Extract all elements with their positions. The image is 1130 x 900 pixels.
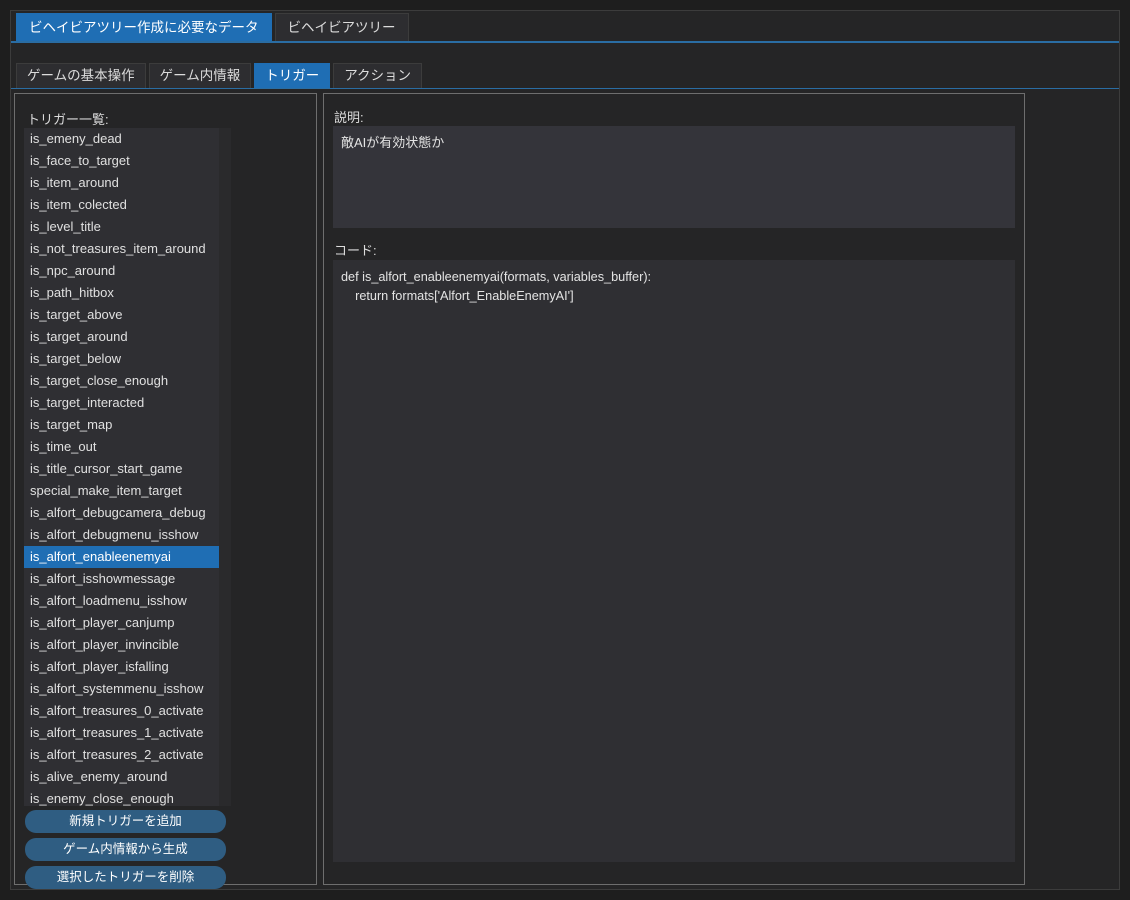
add-trigger-button[interactable]: 新規トリガーを追加 <box>25 810 226 833</box>
description-textarea[interactable]: 敵AIが有効状態か <box>333 126 1015 228</box>
trigger-list-scrollbar-track[interactable] <box>219 128 434 840</box>
list-item[interactable]: is_alfort_player_invincible <box>24 634 219 656</box>
list-item[interactable]: is_alfort_systemmenu_isshow <box>24 678 219 700</box>
list-item[interactable]: is_time_out <box>24 436 219 458</box>
list-item[interactable]: is_alfort_enableenemyai <box>24 546 219 568</box>
tab-game-info-label: ゲーム内情報 <box>159 68 241 84</box>
list-item[interactable]: is_target_below <box>24 348 219 370</box>
list-item[interactable]: is_emeny_dead <box>24 128 219 150</box>
code-label: コード: <box>334 243 377 258</box>
list-item[interactable]: is_target_interacted <box>24 392 219 414</box>
tab-action-label: アクション <box>344 68 412 84</box>
list-item[interactable]: is_alfort_player_canjump <box>24 612 219 634</box>
generate-from-game-info-button[interactable]: ゲーム内情報から生成 <box>25 838 226 861</box>
code-editor[interactable]: def is_alfort_enableenemyai(formats, var… <box>333 260 1015 862</box>
list-item[interactable]: is_item_around <box>24 172 219 194</box>
list-item[interactable]: is_target_above <box>24 304 219 326</box>
list-item[interactable]: is_alfort_treasures_2_activate <box>24 744 219 766</box>
list-item[interactable]: is_alfort_treasures_0_activate <box>24 700 219 722</box>
outer-tab-data[interactable]: ビヘイビアツリー作成に必要なデータ <box>16 13 272 41</box>
list-item[interactable]: is_alfort_isshowmessage <box>24 568 219 590</box>
list-item[interactable]: is_alfort_loadmenu_isshow <box>24 590 219 612</box>
list-item[interactable]: is_target_close_enough <box>24 370 219 392</box>
list-item[interactable]: is_enemy_close_enough <box>24 788 219 806</box>
list-item[interactable]: is_item_colected <box>24 194 219 216</box>
list-item[interactable]: is_title_cursor_start_game <box>24 458 219 480</box>
trigger-list-panel: トリガー一覧: is_emeny_dead is_face_to_target is… <box>14 93 434 889</box>
list-item[interactable]: is_alfort_player_isfalling <box>24 656 219 678</box>
tab-trigger[interactable]: トリガー <box>254 63 331 88</box>
trigger-list[interactable]: is_emeny_dead is_face_to_target is_item_ar… <box>24 128 219 806</box>
outer-tab-data-label: ビヘイビアツリー作成に必要なデータ <box>29 19 259 35</box>
list-item[interactable]: is_alfort_debugmenu_isshow <box>24 524 219 546</box>
list-item[interactable]: is_alfort_treasures_1_activate <box>24 722 219 744</box>
list-item[interactable]: is_level_title <box>24 216 219 238</box>
tab-basic-operations[interactable]: ゲームの基本操作 <box>16 63 146 88</box>
tab-action[interactable]: アクション <box>333 63 423 88</box>
outer-tab-behaviortree[interactable]: ビヘイビアツリー <box>274 13 409 41</box>
list-item[interactable]: is_target_map <box>24 414 219 436</box>
list-item[interactable]: is_npc_around <box>24 260 219 282</box>
list-item[interactable]: is_not_treasures_item_around <box>24 238 219 260</box>
trigger-list-label: トリガー一覧: <box>27 112 109 127</box>
delete-trigger-button[interactable]: 選択したトリガーを削除 <box>25 866 226 889</box>
description-text: 敵AIが有効状態か <box>341 135 445 150</box>
application-window: ビヘイビアツリー作成に必要なデータ ビヘイビアツリー ゲームの基本操作 ゲーム内… <box>0 0 1130 900</box>
list-item[interactable]: special_make_item_target <box>24 480 219 502</box>
list-item[interactable]: is_alive_enemy_around <box>24 766 219 788</box>
tab-basic-operations-label: ゲームの基本操作 <box>27 68 135 84</box>
list-item[interactable]: is_path_hitbox <box>24 282 219 304</box>
tab-game-info[interactable]: ゲーム内情報 <box>148 63 252 88</box>
code-text: def is_alfort_enableenemyai(formats, var… <box>341 270 652 304</box>
inner-tab-bar: ゲームの基本操作 ゲーム内情報 トリガー アクション <box>11 57 1119 89</box>
list-item[interactable]: is_alfort_debugcamera_debug <box>24 502 219 524</box>
tab-trigger-label: トリガー <box>265 68 320 84</box>
outer-tab-bar: ビヘイビアツリー作成に必要なデータ ビヘイビアツリー <box>11 11 1119 43</box>
trigger-detail-panel: 説明: 敵AIが有効状態か コード: def is_alfort_enablee… <box>323 93 1025 885</box>
outer-tab-behaviortree-label: ビヘイビアツリー <box>287 19 396 35</box>
description-label: 説明: <box>334 110 364 125</box>
list-item[interactable]: is_face_to_target <box>24 150 219 172</box>
main-content-frame: ビヘイビアツリー作成に必要なデータ ビヘイビアツリー ゲームの基本操作 ゲーム内… <box>10 10 1120 890</box>
list-item[interactable]: is_target_around <box>24 326 219 348</box>
